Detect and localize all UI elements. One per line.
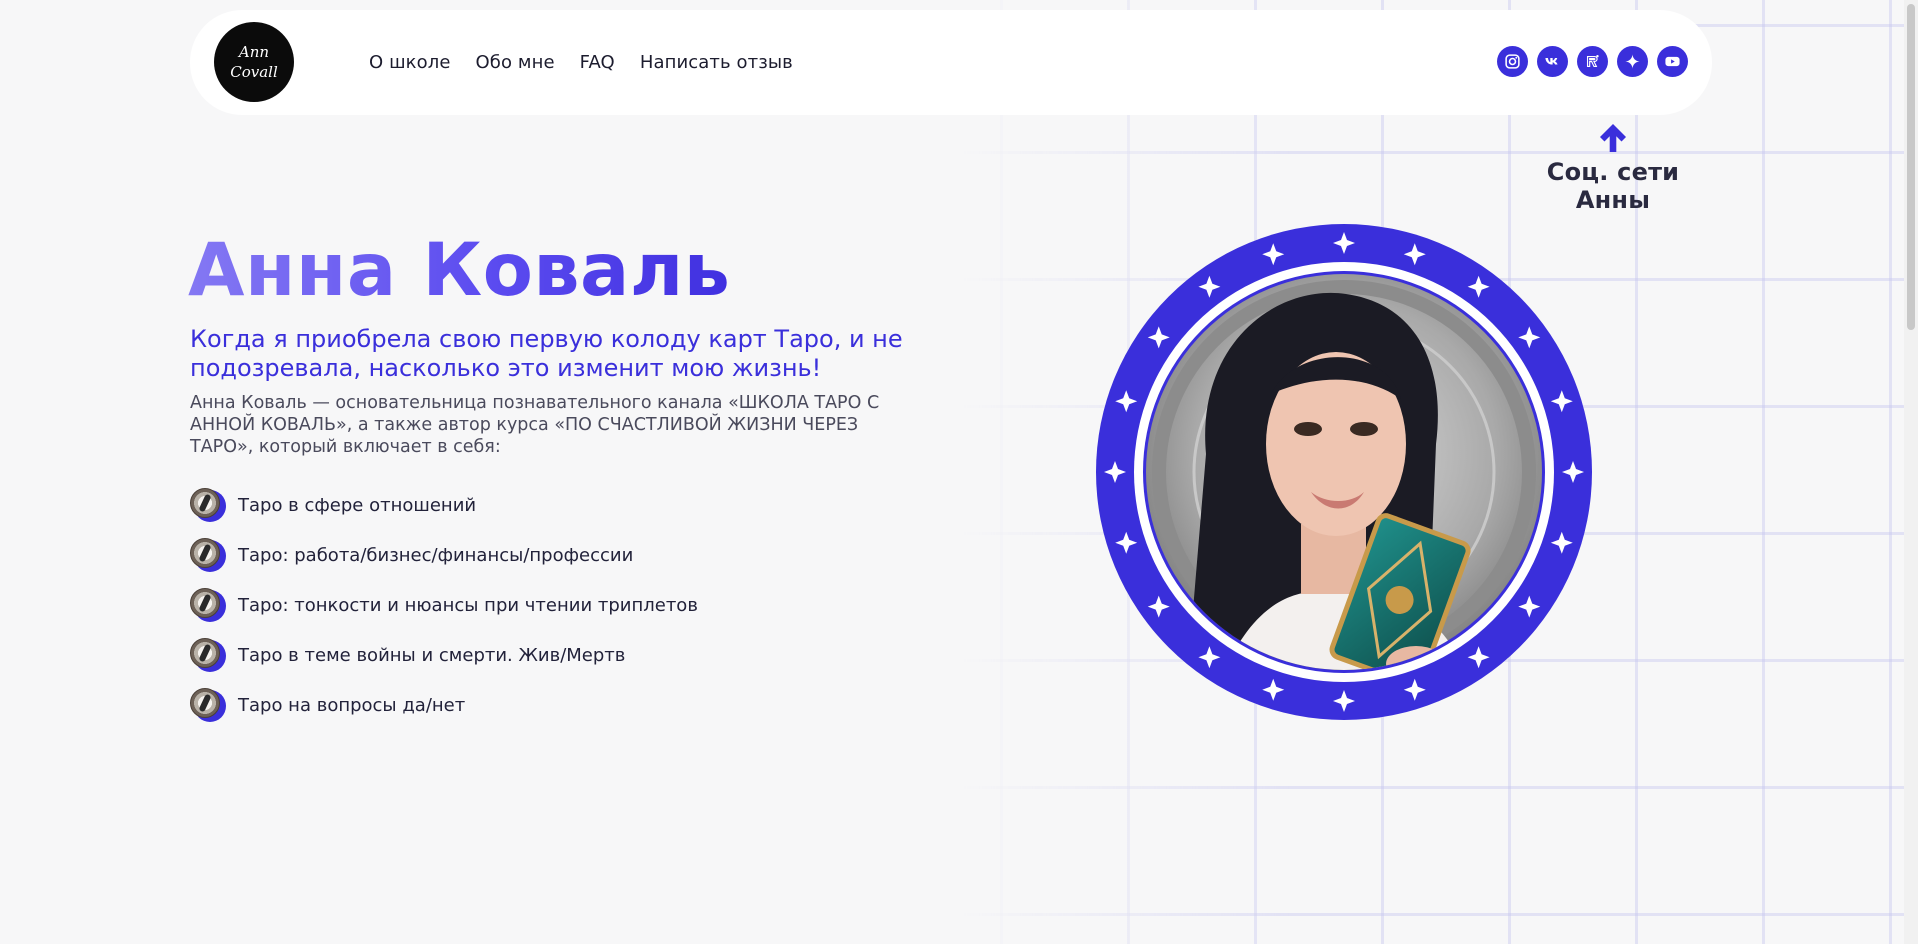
tarot-coin-icon: [190, 638, 226, 672]
logo-line-1: Ann: [238, 43, 270, 61]
nav-link-about-me[interactable]: Обо мне: [476, 52, 555, 73]
youtube-icon[interactable]: [1657, 46, 1688, 77]
rutube-icon[interactable]: [1577, 46, 1608, 77]
topic-label: Таро на вопросы да/нет: [238, 694, 466, 716]
socials-hint-label: Соц. сети Анны: [1546, 158, 1680, 214]
list-item: Таро: тонкости и нюансы при чтении трипл…: [190, 580, 698, 630]
hero-title: Анна Коваль: [188, 228, 731, 313]
logo[interactable]: Ann Covall: [214, 22, 294, 102]
nav-link-write-review[interactable]: Написать отзыв: [640, 52, 793, 73]
topic-label: Таро: тонкости и нюансы при чтении трипл…: [238, 594, 698, 616]
scrollbar-thumb[interactable]: [1907, 4, 1915, 330]
vk-icon[interactable]: [1537, 46, 1568, 77]
instagram-icon[interactable]: [1497, 46, 1528, 77]
social-links: [1497, 46, 1688, 77]
list-item: Таро на вопросы да/нет: [190, 680, 698, 730]
logo-line-2: Covall: [230, 63, 278, 81]
dzen-icon[interactable]: [1617, 46, 1648, 77]
portrait-frame: [1096, 224, 1592, 720]
site-header: Ann Covall О школе Обо мне FAQ Написать …: [190, 10, 1712, 115]
topic-label: Таро: работа/бизнес/финансы/профессии: [238, 544, 634, 566]
list-item: Таро в сфере отношений: [190, 480, 698, 530]
arrow-up-icon: [1600, 124, 1626, 152]
tarot-coin-icon: [190, 588, 226, 622]
nav-link-faq[interactable]: FAQ: [580, 52, 615, 73]
course-topics-list: Таро в сфере отношений Таро: работа/бизн…: [190, 480, 698, 730]
tarot-coin-icon: [190, 688, 226, 722]
list-item: Таро: работа/бизнес/финансы/профессии: [190, 530, 698, 580]
tarot-coin-icon: [190, 488, 226, 522]
socials-hint: Соц. сети Анны: [1508, 122, 1718, 214]
tarot-coin-icon: [190, 538, 226, 572]
topic-label: Таро в теме войны и смерти. Жив/Мертв: [238, 644, 626, 666]
list-item: Таро в теме войны и смерти. Жив/Мертв: [190, 630, 698, 680]
hero-subtitle: Когда я приобрела свою первую колоду кар…: [190, 325, 903, 382]
page-scrollbar[interactable]: [1904, 0, 1918, 944]
nav-link-about-school[interactable]: О школе: [369, 52, 451, 73]
hero-description: Анна Коваль — основательница познаватель…: [190, 393, 880, 457]
main-nav: О школе Обо мне FAQ Написать отзыв: [369, 10, 793, 115]
topic-label: Таро в сфере отношений: [238, 494, 477, 516]
